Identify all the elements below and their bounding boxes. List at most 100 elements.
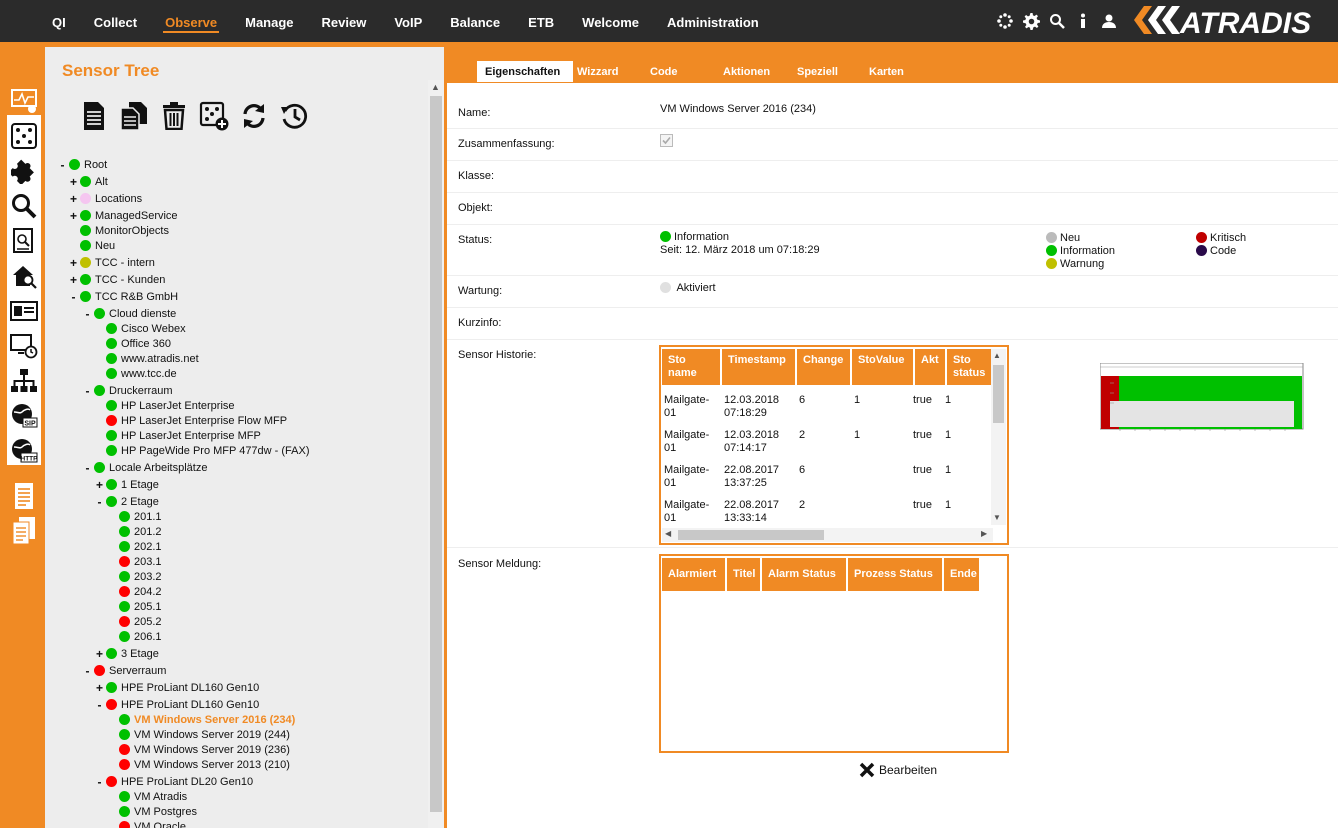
expand-toggle[interactable]: +	[69, 209, 78, 223]
tree-node[interactable]: - 2 Etage	[95, 494, 159, 509]
house-search-icon[interactable]	[7, 259, 41, 293]
document-search-icon[interactable]	[7, 224, 41, 258]
tree-node[interactable]: + ManagedService	[69, 208, 178, 223]
history-column-header[interactable]: StoValue	[852, 349, 913, 385]
scroll-up-icon[interactable]: ▲	[993, 351, 1001, 360]
tree-node[interactable]: VM Windows Server 2016 (234)	[108, 712, 295, 727]
tree-node[interactable]: - HPE ProLiant DL160 Gen10	[95, 697, 260, 712]
tree-node[interactable]: + Locations	[69, 191, 142, 206]
tree-scroll-thumb[interactable]	[430, 96, 442, 812]
nav-administration[interactable]: Administration	[653, 0, 773, 42]
tab-code[interactable]: Code	[646, 61, 719, 82]
search-icon[interactable]	[7, 189, 41, 223]
tree-node[interactable]: - HPE ProLiant DL20 Gen10	[95, 774, 254, 789]
documents-icon[interactable]	[7, 514, 41, 548]
expand-toggle[interactable]: +	[69, 192, 78, 206]
message-column-header[interactable]: Alarmiert	[662, 558, 725, 591]
tree-node[interactable]: 203.1	[108, 554, 162, 569]
expand-toggle[interactable]: +	[69, 273, 78, 287]
collapse-toggle[interactable]: -	[95, 495, 104, 509]
search-icon[interactable]	[1048, 12, 1066, 30]
tree-node[interactable]: - TCC R&B GmbH	[69, 289, 179, 304]
tree-node[interactable]: www.tcc.de	[95, 366, 177, 381]
history-column-header[interactable]: Akt	[915, 349, 945, 385]
tree-node[interactable]: - Cloud dienste	[83, 306, 177, 321]
tree-node[interactable]: HP LaserJet Enterprise Flow MFP	[95, 413, 287, 428]
scroll-down-icon[interactable]: ▼	[993, 513, 1001, 522]
copy-document-icon[interactable]	[118, 100, 150, 132]
table-row[interactable]: Mailgate-01 12.03.2018 07:14:17 2 1 true 1	[664, 429, 994, 459]
tree-node[interactable]: 205.2	[108, 614, 162, 629]
collapse-toggle[interactable]: -	[83, 384, 92, 398]
tree-node[interactable]: 205.1	[108, 599, 162, 614]
message-column-header[interactable]: Prozess Status	[848, 558, 942, 591]
tab-aktionen[interactable]: Aktionen	[719, 61, 793, 82]
dice-icon[interactable]	[7, 119, 41, 153]
history-hscroll-thumb[interactable]	[678, 530, 824, 540]
nav-collect[interactable]: Collect	[80, 0, 151, 42]
nav-balance[interactable]: Balance	[436, 0, 514, 42]
history-column-header[interactable]: Sto name	[662, 349, 720, 385]
nav-manage[interactable]: Manage	[231, 0, 307, 42]
message-column-header[interactable]: Alarm Status	[762, 558, 846, 591]
collapse-toggle[interactable]: -	[58, 158, 67, 172]
id-card-icon[interactable]	[7, 294, 41, 328]
collapse-toggle[interactable]: -	[95, 698, 104, 712]
tree-node[interactable]: Office 360	[95, 336, 171, 351]
collapse-toggle[interactable]: -	[69, 290, 78, 304]
nav-review[interactable]: Review	[308, 0, 381, 42]
tree-node[interactable]: 203.2	[108, 569, 162, 584]
tab-wizzard[interactable]: Wizzard	[573, 61, 646, 82]
monitor-settings-icon[interactable]	[7, 84, 41, 118]
scroll-up-icon[interactable]: ▲	[431, 82, 440, 92]
tree-node[interactable]: VM Windows Server 2019 (244)	[108, 727, 290, 742]
tab-speziell[interactable]: Speziell	[793, 61, 865, 82]
trash-icon[interactable]	[158, 100, 190, 132]
tree-node[interactable]: + TCC - intern	[69, 255, 155, 270]
add-sensor-icon[interactable]	[198, 100, 230, 132]
tree-node[interactable]: + HPE ProLiant DL160 Gen10	[95, 680, 259, 695]
expand-toggle[interactable]: +	[95, 647, 104, 661]
nav-voip[interactable]: VoIP	[380, 0, 436, 42]
history-column-header[interactable]: Change	[797, 349, 850, 385]
message-column-header[interactable]: Titel	[727, 558, 760, 591]
tree-node[interactable]: VM Atradis	[108, 789, 187, 804]
edit-button[interactable]: Bearbeiten	[859, 762, 937, 778]
expand-toggle[interactable]: +	[69, 175, 78, 189]
tree-node[interactable]: + Alt	[69, 174, 108, 189]
tree-node[interactable]: +3 Etage	[95, 646, 159, 661]
new-document-icon[interactable]	[78, 100, 110, 132]
spinner-icon[interactable]	[996, 12, 1014, 30]
tree-node[interactable]: Cisco Webex	[95, 321, 186, 336]
history-vscroll-thumb[interactable]	[993, 365, 1004, 423]
tree-node[interactable]: 201.1	[108, 509, 162, 524]
history-vscroll[interactable]: ▲ ▼	[991, 349, 1006, 525]
collapse-toggle[interactable]: -	[83, 461, 92, 475]
tree-node[interactable]: 201.2	[108, 524, 162, 539]
expand-toggle[interactable]: +	[95, 478, 104, 492]
tree-node[interactable]: HP PageWide Pro MFP 477dw - (FAX)	[95, 443, 310, 458]
collapse-toggle[interactable]: -	[83, 307, 92, 321]
expand-toggle[interactable]: +	[95, 681, 104, 695]
tree-node[interactable]: - Root	[58, 157, 108, 172]
tree-node[interactable]: + TCC - Kunden	[69, 272, 165, 287]
nav-qi[interactable]: QI	[38, 0, 80, 42]
nav-etb[interactable]: ETB	[514, 0, 568, 42]
history-icon[interactable]	[278, 100, 310, 132]
tree-node[interactable]: 204.2	[108, 584, 162, 599]
tab-karten[interactable]: Karten	[865, 61, 925, 82]
tree-scrollbar[interactable]: ▲	[428, 80, 444, 828]
tree-node[interactable]: Neu	[69, 238, 115, 253]
history-column-header[interactable]: Sto status	[947, 349, 991, 385]
network-tree-icon[interactable]	[7, 364, 41, 398]
table-row[interactable]: Mailgate-01 22.08.2017 13:37:25 6 true 1	[664, 464, 994, 494]
globe-sip-icon[interactable]: SIP	[7, 399, 41, 433]
monitor-clock-icon[interactable]	[7, 329, 41, 363]
tree-node[interactable]: HP LaserJet Enterprise	[95, 398, 235, 413]
tree-node[interactable]: MonitorObjects	[69, 223, 169, 238]
collapse-toggle[interactable]: -	[83, 664, 92, 678]
tree-node[interactable]: - Druckerraum	[83, 383, 173, 398]
tree-node[interactable]: HP LaserJet Enterprise MFP	[95, 428, 261, 443]
tree-node[interactable]: 202.1	[108, 539, 162, 554]
user-icon[interactable]	[1100, 12, 1118, 30]
